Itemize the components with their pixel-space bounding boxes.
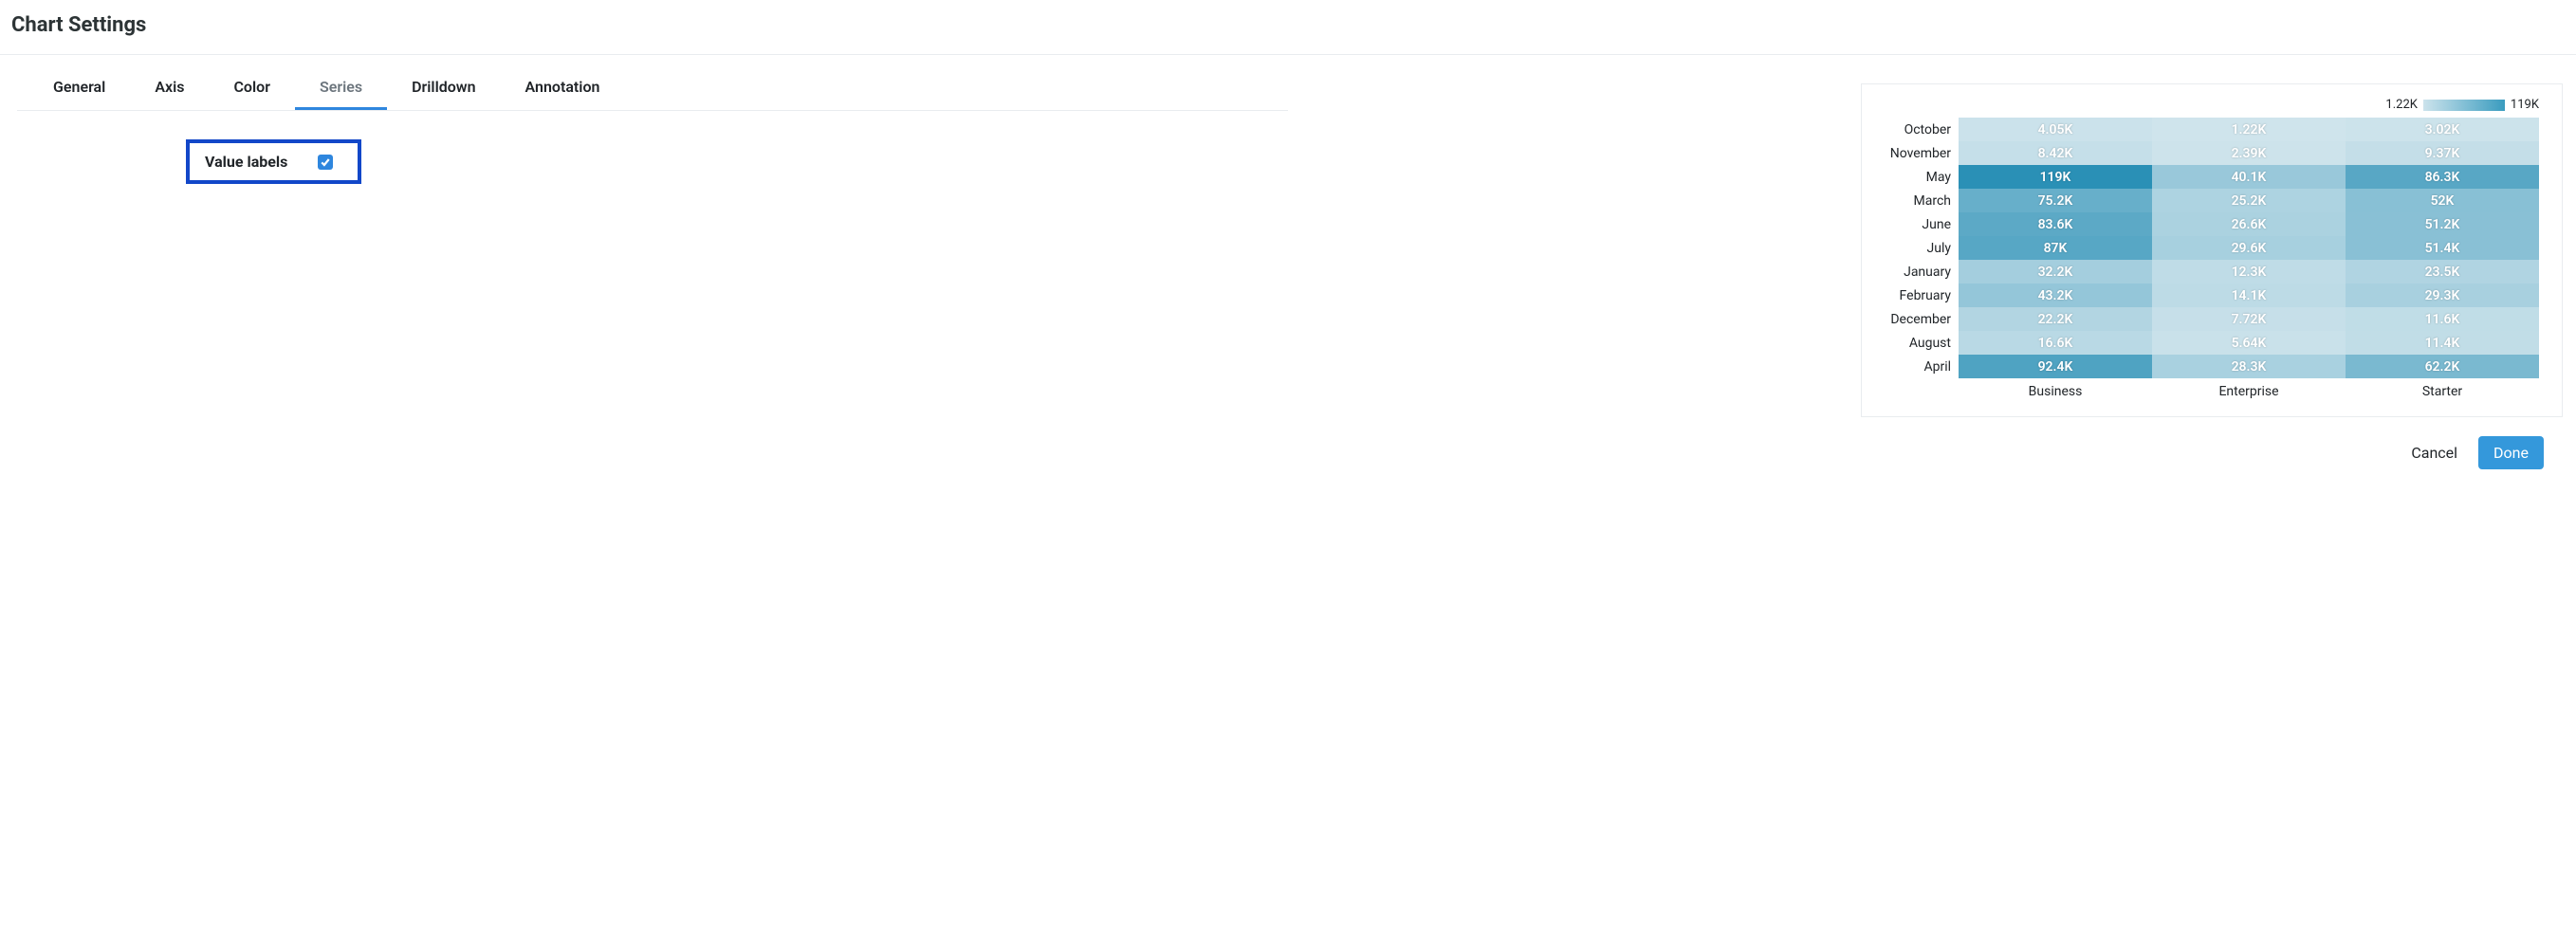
heatmap-cell: 14.1K: [2152, 284, 2346, 307]
tab-general[interactable]: General: [28, 64, 130, 110]
heatmap-cell: 5.64K: [2152, 331, 2346, 355]
heatmap-cell: 11.6K: [2346, 307, 2539, 331]
heatmap-col-label: Enterprise: [2152, 382, 2346, 399]
heatmap-cell: 3.02K: [2346, 118, 2539, 141]
heatmap-cell: 43.2K: [1959, 284, 2152, 307]
value-labels-checkbox[interactable]: [318, 155, 333, 170]
heatmap-row-label: May: [1871, 166, 1959, 189]
heatmap-preview: 1.22K 119K October4.05K1.22K3.02KNovembe…: [1861, 83, 2563, 417]
heatmap-cell: 11.4K: [2346, 331, 2539, 355]
heatmap-row-label: August: [1871, 332, 1959, 355]
heatmap-cell: 86.3K: [2346, 165, 2539, 189]
heatmap-cell: 2.39K: [2152, 141, 2346, 165]
heatmap-cell: 9.37K: [2346, 141, 2539, 165]
heatmap-col-label: Business: [1959, 382, 2152, 399]
heatmap-cell: 119K: [1959, 165, 2152, 189]
heatmap-row-label: June: [1871, 213, 1959, 236]
legend-gradient-icon: [2423, 100, 2505, 111]
heatmap-cell: 28.3K: [2152, 355, 2346, 378]
tab-drilldown[interactable]: Drilldown: [387, 64, 500, 110]
heatmap-cell: 87K: [1959, 236, 2152, 260]
heatmap-cell: 1.22K: [2152, 118, 2346, 141]
heatmap-cell: 22.2K: [1959, 307, 2152, 331]
heatmap-cell: 23.5K: [2346, 260, 2539, 284]
heatmap-cell: 12.3K: [2152, 260, 2346, 284]
heatmap-cell: 4.05K: [1959, 118, 2152, 141]
heatmap-legend: 1.22K 119K: [1871, 98, 2539, 112]
legend-min: 1.22K: [2385, 98, 2418, 112]
heatmap-row-label: July: [1871, 237, 1959, 260]
heatmap-row-label: October: [1871, 119, 1959, 141]
heatmap-cell: 32.2K: [1959, 260, 2152, 284]
legend-max: 119K: [2511, 98, 2539, 112]
heatmap-row-label: March: [1871, 190, 1959, 212]
heatmap-cell: 7.72K: [2152, 307, 2346, 331]
heatmap-row-label: December: [1871, 308, 1959, 331]
heatmap-col-label: Starter: [2346, 382, 2539, 399]
heatmap-cell: 25.2K: [2152, 189, 2346, 212]
tab-series[interactable]: Series: [295, 64, 387, 110]
heatmap-row-label: January: [1871, 261, 1959, 284]
page-title: Chart Settings: [11, 13, 2565, 37]
heatmap-cell: 29.3K: [2346, 284, 2539, 307]
tab-color[interactable]: Color: [209, 64, 294, 110]
heatmap-cell: 92.4K: [1959, 355, 2152, 378]
heatmap-row-label: February: [1871, 284, 1959, 307]
tab-axis[interactable]: Axis: [130, 64, 209, 110]
value-labels-label: Value labels: [205, 153, 287, 171]
heatmap-cell: 16.6K: [1959, 331, 2152, 355]
heatmap-cell: 75.2K: [1959, 189, 2152, 212]
heatmap-cell: 62.2K: [2346, 355, 2539, 378]
value-labels-option: Value labels: [186, 139, 361, 184]
heatmap-row-label: November: [1871, 142, 1959, 165]
heatmap-cell: 51.4K: [2346, 236, 2539, 260]
heatmap-row-label: April: [1871, 356, 1959, 378]
heatmap-cell: 29.6K: [2152, 236, 2346, 260]
check-icon: [320, 156, 331, 168]
heatmap-cell: 52K: [2346, 189, 2539, 212]
tab-annotation[interactable]: Annotation: [501, 64, 625, 110]
heatmap-cell: 8.42K: [1959, 141, 2152, 165]
cancel-button[interactable]: Cancel: [2411, 444, 2457, 462]
heatmap-cell: 51.2K: [2346, 212, 2539, 236]
heatmap-cell: 83.6K: [1959, 212, 2152, 236]
settings-tabs: GeneralAxisColorSeriesDrilldownAnnotatio…: [17, 64, 1288, 111]
heatmap-cell: 40.1K: [2152, 165, 2346, 189]
heatmap-cell: 26.6K: [2152, 212, 2346, 236]
done-button[interactable]: Done: [2478, 436, 2544, 469]
